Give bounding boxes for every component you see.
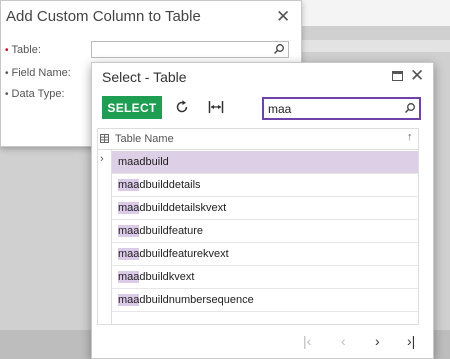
table-row[interactable]: maadbuilddetails	[112, 174, 418, 197]
table-grid: Table Name ↑ › maadbuild maadbuilddetail…	[97, 128, 419, 325]
select-button[interactable]: SELECT	[102, 96, 162, 119]
row-indicator: ›	[100, 153, 104, 165]
table-row[interactable]: maadbuildfeature	[112, 220, 418, 243]
dialog-title: Add Custom Column to Table	[6, 8, 201, 25]
match-highlight: maa	[118, 225, 140, 237]
fit-columns-icon[interactable]	[208, 100, 224, 114]
match-highlight: maa	[118, 202, 140, 214]
table-row[interactable]: maadbuild	[112, 151, 418, 174]
search-input[interactable]	[268, 101, 398, 117]
first-page-button[interactable]: |‹	[303, 333, 311, 349]
required-mark: •	[5, 45, 9, 56]
required-mark: •	[5, 89, 9, 100]
table-field-label: • Table:	[5, 44, 41, 56]
column-header-table-name[interactable]: Table Name	[115, 133, 174, 145]
match-highlight: maa	[118, 271, 140, 283]
field-name-label: • Field Name:	[5, 67, 71, 79]
next-page-button[interactable]: ›	[375, 333, 380, 349]
match-highlight: maa	[118, 156, 140, 168]
table-row[interactable]: maadbuildnumbersequence	[112, 289, 418, 312]
refresh-icon[interactable]	[174, 99, 190, 115]
table-row[interactable]: maadbuilddetailskvext	[112, 197, 418, 220]
table-row[interactable]: maadbuildkvext	[112, 266, 418, 289]
close-icon[interactable]: ✕	[276, 7, 290, 27]
column-settings-icon[interactable]	[100, 134, 109, 143]
search-icon[interactable]	[273, 43, 285, 55]
search-box[interactable]	[262, 97, 421, 120]
table-row[interactable]: maadbuildfeaturekvext	[112, 243, 418, 266]
dialog-title: Select - Table	[102, 69, 187, 85]
select-table-dialog: Select - Table ✕ SELECT Table Name ↑	[91, 62, 434, 359]
close-icon[interactable]: ✕	[410, 66, 424, 86]
maximize-icon[interactable]	[392, 71, 403, 81]
data-type-label: • Data Type:	[5, 88, 65, 100]
match-highlight: maa	[118, 179, 140, 191]
match-highlight: maa	[118, 294, 140, 306]
table-input[interactable]	[91, 41, 289, 58]
grid-header: Table Name ↑	[98, 129, 418, 150]
prev-page-button[interactable]: ‹	[341, 333, 346, 349]
required-mark: •	[5, 68, 9, 79]
sort-indicator[interactable]: ↑	[407, 131, 413, 143]
last-page-button[interactable]: ›|	[407, 333, 415, 349]
background-strip	[300, 40, 450, 52]
search-icon[interactable]	[404, 102, 416, 114]
match-highlight: maa	[118, 248, 140, 260]
